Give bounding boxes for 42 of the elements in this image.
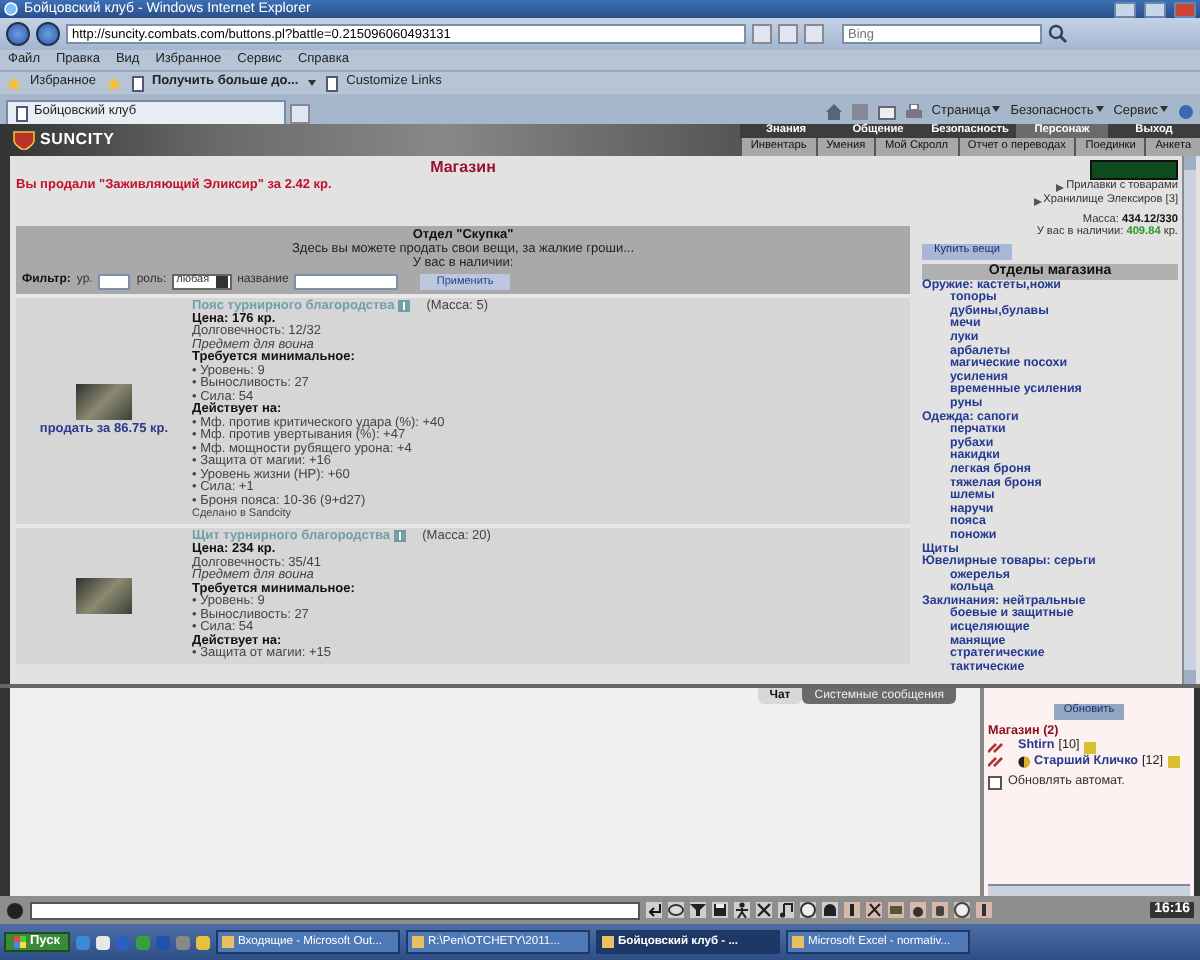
shop-title: Магазин — [428, 160, 498, 177]
browser-icon — [4, 2, 18, 16]
filter-icon[interactable] — [690, 902, 706, 918]
item-photo-placeholder — [76, 384, 132, 420]
arrow-icon — [1056, 183, 1065, 192]
music-icon[interactable] — [778, 902, 794, 918]
maximize-button[interactable] — [1144, 1, 1166, 17]
address-dropdown-button[interactable] — [752, 24, 772, 44]
page-icon — [16, 105, 28, 121]
name-field[interactable] — [294, 273, 399, 290]
enter-icon[interactable] — [646, 902, 662, 918]
printer-icon[interactable] — [905, 104, 922, 120]
refresh-button[interactable] — [778, 24, 798, 44]
star-icon — [6, 75, 22, 91]
item-photo-placeholder — [76, 577, 132, 614]
scrollbar[interactable] — [988, 884, 1190, 896]
logo-text: SUNCITY — [40, 131, 115, 149]
window-icon — [602, 936, 614, 948]
page-icon — [326, 75, 339, 91]
shield-icon — [12, 130, 36, 150]
page-icon — [131, 75, 144, 91]
figure-icon[interactable] — [734, 902, 750, 918]
back-button[interactable] — [6, 22, 30, 46]
mail-icon[interactable] — [877, 105, 896, 119]
level-field[interactable] — [98, 273, 131, 290]
forward-button[interactable] — [36, 22, 60, 46]
window-icon — [222, 936, 234, 948]
minimize-button[interactable] — [1114, 1, 1136, 17]
arrow-icon — [1033, 197, 1042, 206]
scrollbar[interactable] — [1182, 156, 1196, 684]
window-icon — [412, 936, 424, 948]
status-indicator — [1090, 160, 1178, 180]
new-tab-button[interactable] — [290, 104, 310, 124]
auto-refresh-checkbox[interactable] — [988, 775, 1002, 790]
window-icon — [792, 936, 804, 948]
windows-icon — [14, 936, 26, 948]
stop-button[interactable] — [804, 24, 824, 44]
chat-input[interactable] — [30, 901, 640, 919]
home-icon[interactable] — [825, 104, 842, 120]
crossed-swords-icon[interactable] — [756, 902, 772, 918]
save-icon[interactable] — [712, 902, 728, 918]
search-icon[interactable] — [1048, 24, 1068, 44]
